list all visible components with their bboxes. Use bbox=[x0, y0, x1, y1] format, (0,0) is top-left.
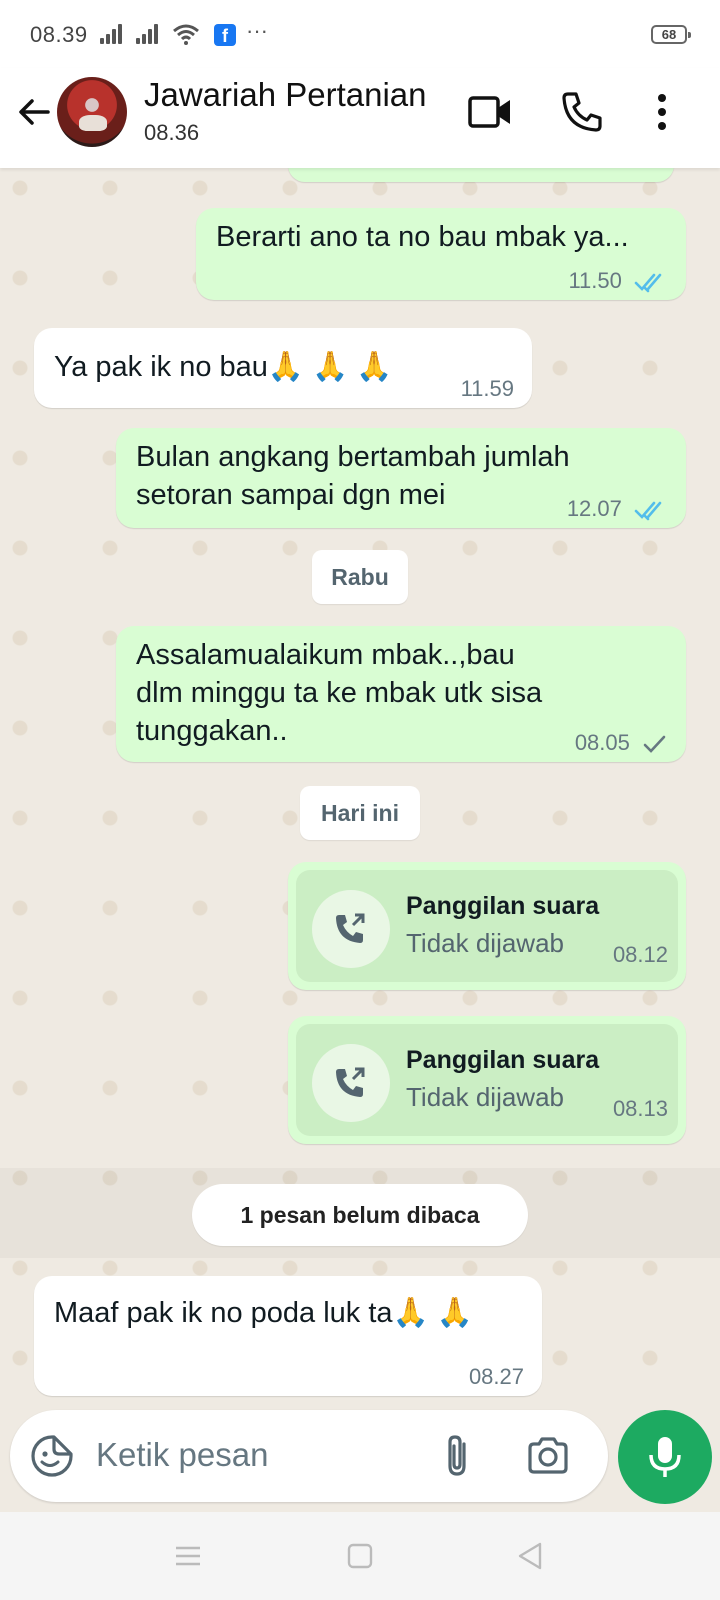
phone-icon[interactable] bbox=[558, 88, 606, 136]
battery-icon: 68 bbox=[651, 25, 691, 44]
message-bubble-partial[interactable] bbox=[288, 168, 674, 182]
call-icon-circle bbox=[312, 1044, 390, 1122]
system-navigation-bar bbox=[0, 1512, 720, 1600]
call-time: 08.13 bbox=[612, 1096, 668, 1121]
read-receipt-icon bbox=[634, 273, 662, 293]
date-divider: Rabu bbox=[312, 550, 408, 604]
message-text: Maaf pak ik no poda luk ta🙏 🙏 bbox=[54, 1297, 473, 1329]
message-time: 08.27 bbox=[468, 1364, 524, 1389]
unread-notice: 1 pesan belum dibaca bbox=[192, 1184, 528, 1246]
status-time: 08.39 bbox=[30, 22, 88, 47]
signal-icon bbox=[100, 24, 122, 44]
status-bar: 08.39 f ··· 68 bbox=[0, 0, 720, 68]
message-time: 08.05 bbox=[574, 730, 630, 755]
mic-icon bbox=[649, 1437, 681, 1477]
date-divider: Hari ini bbox=[300, 786, 420, 840]
call-title: Panggilan suara bbox=[406, 1046, 600, 1074]
message-bubble-outgoing[interactable]: Bulan angkang bertambah jumlah setoran s… bbox=[116, 428, 686, 528]
message-composer[interactable]: Ketik pesan bbox=[10, 1410, 608, 1502]
call-missed-icon bbox=[336, 913, 365, 943]
signal-icon-2 bbox=[136, 24, 158, 44]
call-card[interactable]: Panggilan suara Tidak dijawab 08.12 bbox=[296, 870, 678, 982]
call-time: 08.12 bbox=[612, 942, 668, 967]
message-time: 11.50 bbox=[568, 268, 622, 293]
call-title: Panggilan suara bbox=[406, 892, 600, 920]
chat-header: Jawariah Pertanian 08.36 bbox=[0, 68, 720, 168]
message-bubble-outgoing[interactable]: Berarti ano ta no bau mbak ya... 11.50 bbox=[196, 208, 686, 300]
back-nav-icon[interactable] bbox=[512, 1538, 548, 1574]
contact-name[interactable]: Jawariah Pertanian bbox=[144, 76, 427, 114]
home-nav-icon[interactable] bbox=[342, 1538, 378, 1574]
message-time: 11.59 bbox=[460, 376, 514, 401]
message-text-line: dlm minggu ta ke mbak utk sisa bbox=[136, 677, 543, 709]
message-meta: 11.50 bbox=[568, 262, 668, 300]
mic-button[interactable] bbox=[618, 1410, 712, 1504]
message-text: Ya pak ik no bau🙏 🙏 🙏 bbox=[54, 351, 393, 383]
message-bubble-incoming[interactable]: Ya pak ik no bau🙏 🙏 🙏 11.59 bbox=[34, 328, 532, 408]
read-receipt-icon bbox=[634, 501, 662, 521]
message-text-line: Assalamualaikum mbak..,bau bbox=[136, 639, 515, 671]
call-missed-icon bbox=[336, 1067, 365, 1097]
missed-call-bubble[interactable]: Panggilan suara Tidak dijawab 08.12 bbox=[288, 862, 686, 990]
chat-area[interactable]: Berarti ano ta no bau mbak ya... 11.50 Y… bbox=[0, 168, 720, 1508]
call-icon-circle bbox=[312, 890, 390, 968]
wifi-icon bbox=[173, 24, 199, 45]
attach-icon[interactable] bbox=[434, 1432, 482, 1480]
more-notifications-icon: ··· bbox=[246, 18, 268, 43]
message-bubble-outgoing[interactable]: Assalamualaikum mbak..,bau dlm minggu ta… bbox=[116, 626, 686, 762]
message-text-line: tunggakan.. bbox=[136, 715, 288, 747]
message-bubble-incoming[interactable]: Maaf pak ik no poda luk ta🙏 🙏 08.27 bbox=[34, 1276, 542, 1396]
message-text-line: Bulan angkang bertambah jumlah bbox=[136, 441, 570, 473]
last-seen: 08.36 bbox=[144, 120, 200, 145]
message-meta: 08.05 bbox=[575, 724, 668, 762]
back-arrow-icon[interactable] bbox=[14, 92, 54, 132]
message-input[interactable]: Ketik pesan bbox=[96, 1436, 268, 1474]
call-card[interactable]: Panggilan suara Tidak dijawab 08.13 bbox=[296, 1024, 678, 1136]
message-text-line: setoran sampai dgn mei bbox=[136, 479, 446, 511]
message-meta: 12.07 bbox=[567, 490, 668, 528]
camera-icon[interactable] bbox=[524, 1432, 572, 1480]
call-status: Tidak dijawab bbox=[406, 1082, 565, 1112]
more-vert-icon[interactable] bbox=[650, 88, 674, 136]
message-time: 12.07 bbox=[566, 496, 622, 521]
video-call-icon[interactable] bbox=[466, 88, 514, 136]
avatar[interactable] bbox=[57, 77, 127, 147]
sticker-icon[interactable] bbox=[28, 1432, 76, 1480]
message-text: Berarti ano ta no bau mbak ya... bbox=[216, 221, 629, 253]
facebook-icon: f bbox=[214, 24, 236, 46]
menu-nav-icon[interactable] bbox=[170, 1538, 206, 1574]
call-status: Tidak dijawab bbox=[406, 928, 565, 958]
sent-tick-icon bbox=[643, 735, 666, 754]
missed-call-bubble[interactable]: Panggilan suara Tidak dijawab 08.13 bbox=[288, 1016, 686, 1144]
